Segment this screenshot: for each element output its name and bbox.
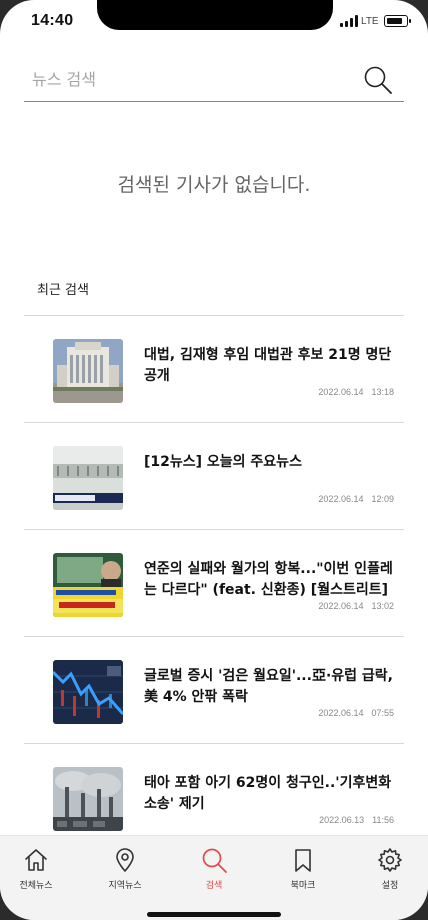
broadcast-news-thumbnail — [53, 446, 123, 510]
recent-item-timestamp: 2022.06.14 13:18 — [318, 387, 394, 397]
tab-search[interactable]: 검색 — [178, 846, 250, 896]
notch — [97, 0, 333, 30]
search-bar — [24, 58, 404, 102]
tab-label: 북마크 — [290, 881, 316, 891]
recent-item-timestamp: 2022.06.14 13:02 — [318, 601, 394, 611]
signal-icon — [340, 15, 360, 27]
home-icon — [25, 849, 47, 871]
tab-label: 전체뉴스 — [19, 881, 53, 891]
tab-label: 검색 — [205, 881, 223, 891]
recent-item-date: 2022.06.14 — [318, 494, 364, 504]
phone-screen: 14:40 LTE 검색된 기사가 없습니다. 최근 검색 — [0, 0, 428, 920]
search-input[interactable] — [32, 66, 352, 92]
stock-chart-thumbnail — [53, 660, 123, 724]
recent-item-time: 07:55 — [371, 708, 394, 718]
tab-bookmark[interactable]: 북마크 — [267, 846, 339, 896]
recent-item-time: 13:18 — [371, 387, 394, 397]
gear-icon — [378, 848, 402, 872]
recent-item-timestamp: 2022.06.14 12:09 — [318, 494, 394, 504]
bookmark-icon — [295, 849, 311, 872]
recent-item-headline: 연준의 실패와 월가의 항복..."이번 인플레는 다르다" (feat. 신환… — [144, 561, 393, 598]
recent-item-date: 2022.06.14 — [318, 601, 364, 611]
bottom-tab-bar: 전체뉴스 지역뉴스 검색 북마크 설정 — [0, 835, 428, 920]
court-building-thumbnail — [53, 339, 123, 403]
search-icon — [202, 848, 227, 873]
recent-search-list: 대법, 김재형 후임 대법관 후보 21명 명단 공개 2022.06.14 13… — [24, 315, 404, 850]
status-time: 14:40 — [31, 12, 74, 29]
tab-settings[interactable]: 설정 — [354, 846, 426, 896]
location-pin-icon — [116, 848, 134, 872]
recent-item[interactable]: [12뉴스] 오늘의 주요뉴스 2022.06.14 12:09 — [24, 422, 404, 529]
recent-item-time: 12:09 — [371, 494, 394, 504]
tab-label: 지역뉴스 — [108, 881, 142, 891]
video-thumbnail — [53, 553, 123, 617]
recent-search-title: 최근 검색 — [37, 283, 89, 298]
network-type: LTE — [361, 16, 379, 27]
recent-item-timestamp: 2022.06.14 07:55 — [318, 708, 394, 718]
tab-label: 설정 — [381, 881, 399, 891]
tab-all-news[interactable]: 전체뉴스 — [0, 846, 72, 896]
recent-item-time: 13:02 — [371, 601, 394, 611]
recent-item[interactable]: 대법, 김재형 후임 대법관 후보 21명 명단 공개 2022.06.14 13… — [24, 315, 404, 422]
battery-icon — [384, 15, 411, 27]
recent-item-headline: 태아 포함 아기 62명이 청구인..'기후변화 소송' 제기 — [144, 775, 392, 812]
recent-item[interactable]: 태아 포함 아기 62명이 청구인..'기후변화 소송' 제기 2022.06.… — [24, 743, 404, 850]
home-indicator — [147, 912, 281, 917]
recent-item-date: 2022.06.14 — [318, 708, 364, 718]
empty-results-message: 검색된 기사가 없습니다. — [117, 174, 311, 196]
recent-item-headline: 대법, 김재형 후임 대법관 후보 21명 명단 공개 — [144, 347, 392, 384]
recent-item-headline: [12뉴스] 오늘의 주요뉴스 — [144, 454, 302, 470]
search-button[interactable] — [362, 64, 394, 96]
smokestacks-thumbnail — [53, 767, 123, 831]
search-icon — [364, 66, 392, 94]
recent-item-timestamp: 2022.06.13 11:56 — [319, 815, 394, 825]
recent-item-headline: 글로벌 증시 '검은 월요일'...亞·유럽 급락, 美 4% 안팎 폭락 — [144, 668, 393, 705]
recent-item-time: 11:56 — [372, 815, 394, 825]
recent-item-date: 2022.06.13 — [319, 815, 365, 825]
tab-local-news[interactable]: 지역뉴스 — [89, 846, 161, 896]
status-bar: 14:40 LTE — [0, 0, 428, 46]
recent-item[interactable]: 글로벌 증시 '검은 월요일'...亞·유럽 급락, 美 4% 안팎 폭락 20… — [24, 636, 404, 743]
recent-item-date: 2022.06.14 — [318, 387, 364, 397]
recent-item[interactable]: 연준의 실패와 월가의 항복..."이번 인플레는 다르다" (feat. 신환… — [24, 529, 404, 636]
